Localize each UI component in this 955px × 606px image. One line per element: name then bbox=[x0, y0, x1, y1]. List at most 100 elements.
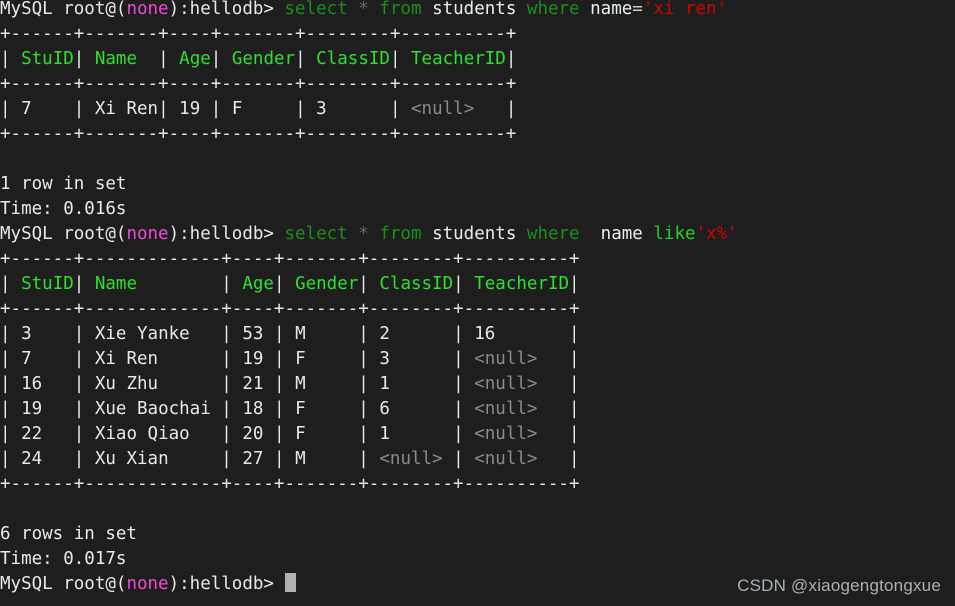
table-border-pipe: | bbox=[73, 449, 85, 469]
sql-token-string-13: 'x%' bbox=[695, 224, 738, 244]
sql-token-keyword-8: where bbox=[526, 224, 580, 244]
table-border-pipe: | bbox=[221, 324, 232, 344]
table-rule: +------+-------------+----+-------+-----… bbox=[0, 299, 580, 319]
table-cell-r3c-5: <null> bbox=[463, 399, 570, 419]
sql-token-identifier-10: name bbox=[600, 224, 643, 244]
table-border-pipe: | bbox=[273, 449, 285, 469]
command-line-query-1[interactable]: MySQL root@(none):hellodb> select * from… bbox=[0, 0, 955, 22]
prompt-suffix: ):hellodb> bbox=[168, 0, 274, 19]
sql-token-identifier-6: students bbox=[432, 224, 517, 244]
table-border-pipe: | bbox=[569, 274, 580, 294]
sql-token-plain-5 bbox=[422, 224, 433, 244]
table-header-cell-5: TeacherID bbox=[400, 49, 506, 69]
table-border-pipe: | bbox=[569, 449, 580, 469]
table-border-pipe: | bbox=[273, 274, 285, 294]
result-status-2: 6 rows in set bbox=[0, 522, 955, 547]
table-border-pipe: | bbox=[221, 349, 232, 369]
table-cell-r4c-1: Xiao Qiao bbox=[84, 424, 222, 444]
table-header-cell-4: ClassID bbox=[305, 49, 390, 69]
table-cell-r4c-2: 20 bbox=[231, 424, 274, 444]
table-border-pipe: | bbox=[453, 274, 464, 294]
text-cursor bbox=[284, 573, 296, 592]
table-cell-r5c-2: 27 bbox=[231, 449, 274, 469]
table-cell-r2c-2: 21 bbox=[231, 374, 274, 394]
result-time-2: Time: 0.017s bbox=[0, 547, 955, 572]
table-border-pipe: | bbox=[210, 49, 222, 69]
table-border-pipe: | bbox=[0, 99, 11, 119]
sql-token-star-2: * bbox=[358, 0, 369, 19]
table-border-pipe: | bbox=[358, 349, 369, 369]
table-border-pipe: | bbox=[295, 49, 306, 69]
table-border-pipe: | bbox=[158, 49, 169, 69]
table-border-pipe: | bbox=[358, 324, 369, 344]
table-top-border-result-1: +------+-------+----+-------+--------+--… bbox=[0, 22, 955, 47]
result-time-1-text: Time: 0.016s bbox=[0, 199, 127, 219]
table-border-pipe: | bbox=[358, 424, 369, 444]
table-cell-r0c-3: M bbox=[284, 324, 359, 344]
table-border-pipe: | bbox=[569, 424, 580, 444]
command-line-query-2[interactable]: MySQL root@(none):hellodb> select * from… bbox=[0, 222, 955, 247]
table-border-pipe: | bbox=[453, 449, 464, 469]
sql-token-keyword-0: select bbox=[284, 0, 348, 19]
table-border-pipe: | bbox=[569, 349, 580, 369]
sql-token-plain-1 bbox=[348, 224, 359, 244]
watermark-label: CSDN @xiaogengtongxue bbox=[737, 576, 941, 595]
prompt-prefix: MySQL root@( bbox=[0, 574, 127, 594]
table-cell-r4c-3: F bbox=[284, 424, 359, 444]
table-border-pipe: | bbox=[453, 374, 464, 394]
table-border-pipe: | bbox=[0, 349, 11, 369]
table-border-pipe: | bbox=[295, 99, 306, 119]
table-cell-r5c-5: <null> bbox=[463, 449, 570, 469]
table-cell-r5c-1: Xu Xian bbox=[84, 449, 222, 469]
table-border-pipe: | bbox=[73, 324, 85, 344]
table-row: | 24 | Xu Xian | 27 | M | <null> | <null… bbox=[0, 447, 955, 472]
table-top-border-result-2: +------+-------------+----+-------+-----… bbox=[0, 247, 955, 272]
table-border-pipe: | bbox=[0, 399, 11, 419]
table-border-pipe: | bbox=[358, 374, 369, 394]
table-border-pipe: | bbox=[0, 324, 11, 344]
table-border-pipe: | bbox=[0, 424, 11, 444]
table-cell-r0c-1: Xie Yanke bbox=[84, 324, 222, 344]
table-border-pipe: | bbox=[453, 349, 464, 369]
table-cell-r3c-0: 19 bbox=[10, 399, 74, 419]
table-cell-r0c-0: 3 bbox=[10, 324, 74, 344]
table-cell-r2c-4: 1 bbox=[368, 374, 454, 394]
table-border-pipe: | bbox=[358, 449, 369, 469]
table-border-pipe: | bbox=[158, 99, 169, 119]
table-header-cell-1: Name bbox=[84, 49, 159, 69]
prompt-suffix: ):hellodb> bbox=[168, 574, 274, 594]
table-header-cell-0: StuID bbox=[10, 274, 74, 294]
table-border-pipe: | bbox=[73, 399, 85, 419]
table-cell-r4c-0: 22 bbox=[10, 424, 74, 444]
table-cell-r0c-3: F bbox=[221, 99, 296, 119]
table-border-pipe: | bbox=[73, 349, 85, 369]
table-cell-r3c-4: 6 bbox=[368, 399, 454, 419]
table-cell-r3c-3: F bbox=[284, 399, 359, 419]
table-border-pipe: | bbox=[273, 424, 285, 444]
table-cell-r3c-2: 18 bbox=[231, 399, 274, 419]
sql-token-keyword-4: from bbox=[379, 0, 422, 19]
table-bottom-border-result-2: +------+-------------+----+-------+-----… bbox=[0, 472, 955, 497]
table-cell-r4c-5: <null> bbox=[463, 424, 570, 444]
table-border-pipe: | bbox=[221, 374, 232, 394]
prompt-db-context: none bbox=[126, 574, 169, 594]
table-header-cell-3: Gender bbox=[221, 49, 296, 69]
terminal-window[interactable]: MySQL root@(none):hellodb> select * from… bbox=[0, 0, 955, 606]
sql-token-operator-11: = bbox=[632, 0, 643, 19]
prompt-prefix: MySQL root@( bbox=[0, 224, 127, 244]
table-cell-r3c-1: Xue Baochai bbox=[84, 399, 222, 419]
table-border-pipe: | bbox=[273, 349, 285, 369]
table-header-separator-result-1: +------+-------+----+-------+--------+--… bbox=[0, 72, 955, 97]
table-cell-r1c-0: 7 bbox=[10, 349, 74, 369]
sql-token-plain-9 bbox=[580, 0, 591, 19]
table-border-pipe: | bbox=[569, 399, 580, 419]
table-header-cell-3: Gender bbox=[284, 274, 359, 294]
table-rule: +------+-------+----+-------+--------+--… bbox=[0, 24, 517, 44]
table-cell-r1c-5: <null> bbox=[463, 349, 570, 369]
prompt-prefix: MySQL root@( bbox=[0, 0, 127, 19]
table-border-pipe: | bbox=[0, 274, 11, 294]
result-status-1-text: 1 row in set bbox=[0, 174, 127, 194]
prompt-db-context: none bbox=[126, 0, 169, 19]
